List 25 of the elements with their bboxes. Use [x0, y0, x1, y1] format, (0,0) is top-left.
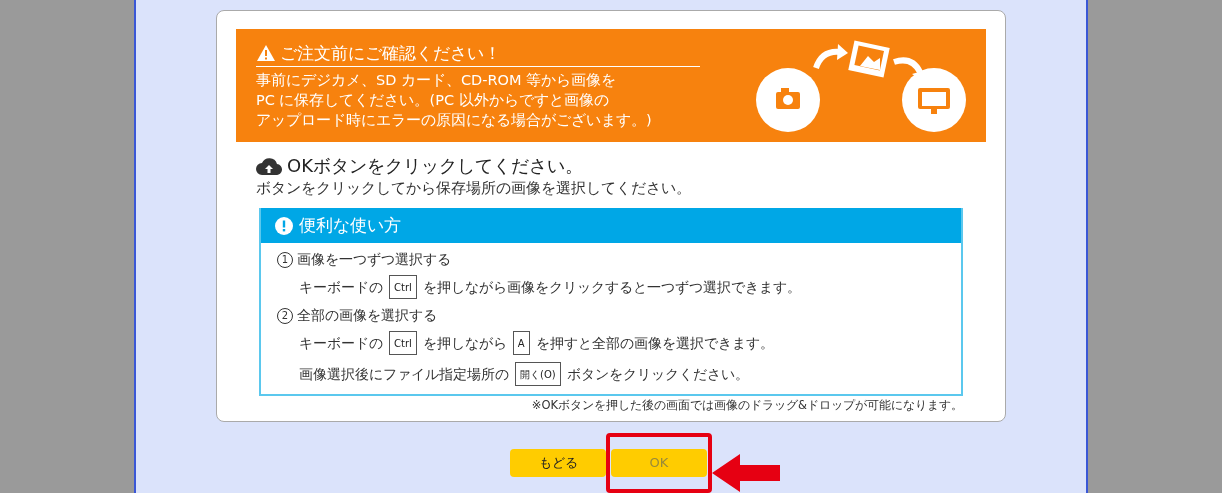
instruction-subtitle: ボタンをクリックしてから保存場所の画像を選択してください。 — [256, 178, 692, 198]
step-heading: 全部の画像を選択する — [297, 306, 437, 325]
step-text: 画像選択後にファイル指定場所の — [299, 364, 509, 384]
key-cap: Ctrl — [389, 331, 417, 355]
step-text: を押しながら — [422, 333, 507, 353]
exclamation-icon — [275, 216, 293, 235]
notice-text: アップロード時にエラーの原因になる場合がございます。) — [256, 110, 653, 130]
back-button[interactable]: もどる — [510, 449, 606, 477]
notice-title: ご注文前にご確認ください！ — [280, 41, 501, 64]
footnote: ※OKボタンを押した後の画面では画像のドラッグ&ドロップが可能になります。 — [531, 398, 963, 412]
step-text: を押すと全部の画像を選択できます。 — [535, 333, 774, 353]
warning-icon — [256, 43, 276, 62]
notice-text: 事前にデジカメ、SD カード、CD-ROM 等から画像を — [256, 70, 618, 90]
step-text: キーボードの — [299, 277, 383, 297]
step-text: を押しながら画像をクリックすると一つずつ選択できます。 — [422, 277, 801, 297]
key-cap: A — [512, 331, 530, 355]
step-text: キーボードの — [299, 333, 383, 353]
cloud-upload-icon — [256, 157, 282, 175]
key-cap: Ctrl — [389, 275, 417, 299]
step-text: ボタンをクリックください。 — [566, 364, 749, 384]
key-cap: 開く(O) — [515, 362, 561, 386]
instruction-title: OKボタンをクリックしてください。 — [287, 154, 583, 178]
tips-title: 便利な使い方 — [299, 213, 401, 237]
step-heading: 画像を一つずつ選択する — [297, 250, 451, 269]
notice-text: PC に保存してください。(PC 以外からですと画像の — [256, 90, 610, 110]
